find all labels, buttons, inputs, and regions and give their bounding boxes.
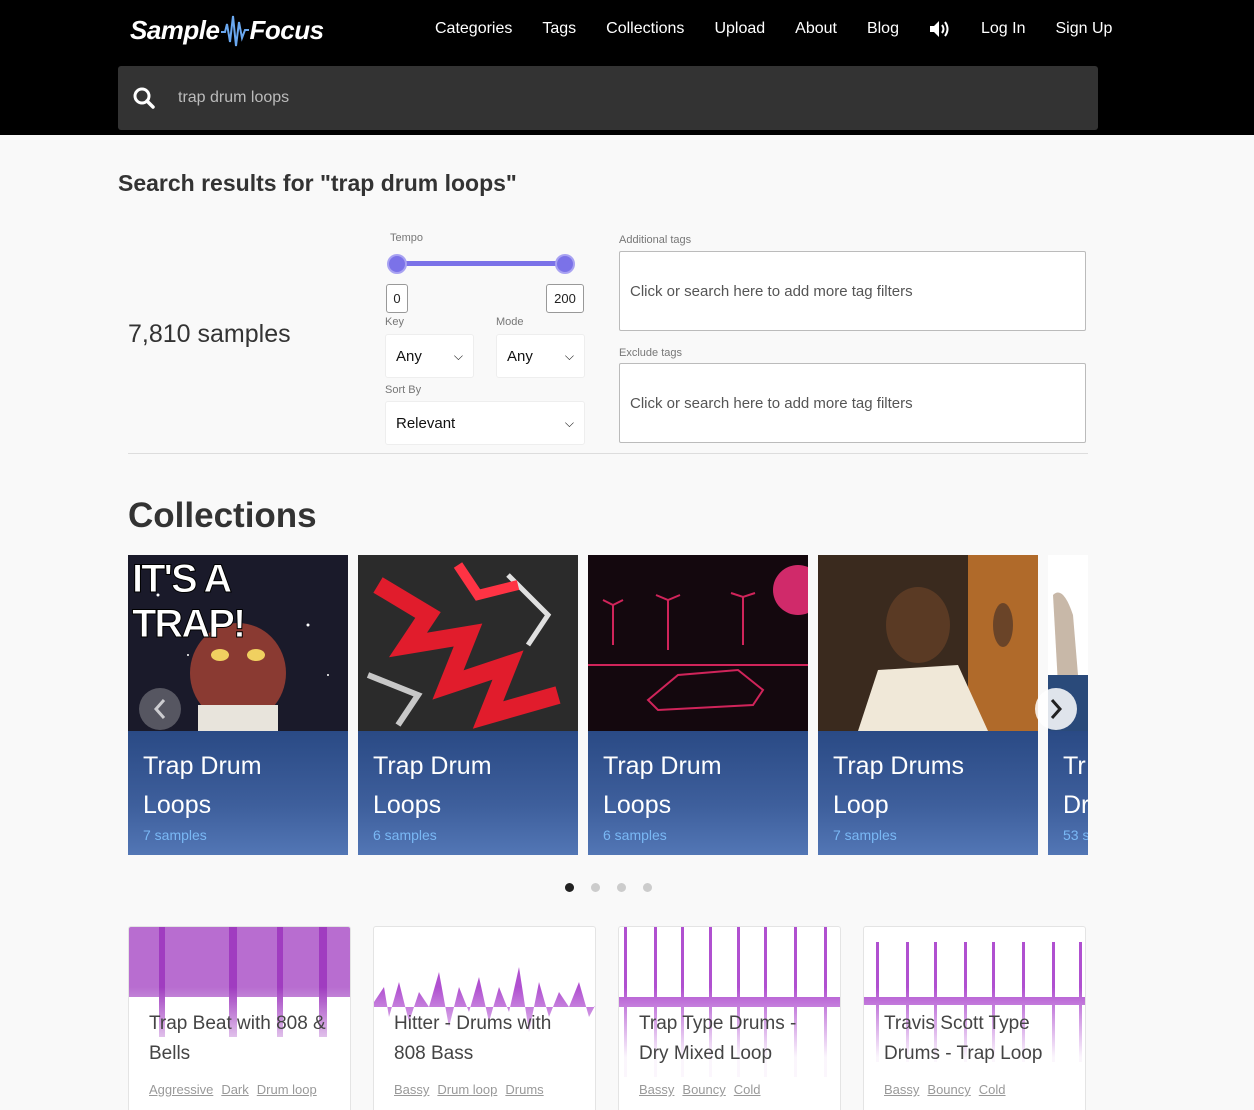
additional-tags-input[interactable]: Click or search here to add more tag fil… xyxy=(619,251,1086,331)
carousel-dot[interactable] xyxy=(643,883,652,892)
tag-link[interactable]: Cold xyxy=(734,1082,761,1097)
sort-value: Relevant xyxy=(396,414,456,432)
nav-upload[interactable]: Upload xyxy=(699,20,780,38)
sample-card[interactable]: Travis Scott Type Drums - Trap Loop Bass… xyxy=(863,926,1086,1110)
sample-count: 7,810 samples xyxy=(128,320,291,348)
collection-count: 53 s xyxy=(1063,827,1088,843)
collection-image xyxy=(358,555,578,731)
nav-categories[interactable]: Categories xyxy=(420,20,527,38)
tag-link[interactable]: Dark xyxy=(221,1082,248,1097)
tempo-label: Tempo xyxy=(390,232,424,244)
search-bar xyxy=(118,66,1098,130)
search-input[interactable] xyxy=(178,89,978,107)
sort-label: Sort By xyxy=(385,384,422,396)
main-nav: Categories Tags Collections Upload About… xyxy=(420,14,1127,44)
nav-tags[interactable]: Tags xyxy=(527,20,591,38)
collection-title: Trap Drums Loop xyxy=(833,752,965,819)
carousel-next-button[interactable] xyxy=(1035,688,1077,730)
key-value: Any xyxy=(396,347,422,365)
tag-link[interactable]: Bassy xyxy=(884,1082,919,1097)
tag-link[interactable]: Bassy xyxy=(639,1082,674,1097)
chevron-down-icon: ⌵ xyxy=(564,348,574,363)
collections-heading: Collections xyxy=(128,496,317,535)
key-label: Key xyxy=(385,316,404,328)
collection-card[interactable]: Trap Drums Loop 7 samples xyxy=(818,555,1038,855)
collection-card[interactable]: Trap Drum Loops 6 samples xyxy=(588,555,808,855)
nav-blog[interactable]: Blog xyxy=(852,20,914,38)
tempo-slider-track[interactable] xyxy=(396,261,566,266)
tag-link[interactable]: Drum loop xyxy=(257,1082,317,1097)
site-logo[interactable]: Sample Focus xyxy=(130,10,324,50)
chevron-right-icon xyxy=(1050,699,1063,719)
tag-link[interactable]: Bassy xyxy=(394,1082,429,1097)
chevron-down-icon: ⌵ xyxy=(453,348,463,363)
sample-title[interactable]: Trap Type Drums - Dry Mixed Loop xyxy=(639,1009,829,1069)
mode-value: Any xyxy=(507,347,533,365)
mode-select[interactable]: Any ⌵ xyxy=(496,334,585,378)
sample-title[interactable]: Trap Beat with 808 & Bells xyxy=(149,1009,339,1069)
sample-card[interactable]: Trap Type Drums - Dry Mixed Loop Bassy B… xyxy=(618,926,841,1110)
carousel-prev-button[interactable] xyxy=(139,688,181,730)
collection-count: 7 samples xyxy=(143,827,207,843)
chevron-left-icon xyxy=(153,699,166,719)
page-title: Search results for "trap drum loops" xyxy=(118,170,517,196)
nav-signup[interactable]: Sign Up xyxy=(1040,20,1127,38)
collection-title: Trap Drum Loops xyxy=(603,752,722,819)
carousel-dot[interactable] xyxy=(565,883,574,892)
logo-text-right: Focus xyxy=(249,14,325,45)
speaker-icon[interactable] xyxy=(914,20,966,38)
tag-link[interactable]: Drum loop xyxy=(437,1082,497,1097)
tag-link[interactable]: Aggressive xyxy=(149,1082,213,1097)
tempo-max-input[interactable]: 200 xyxy=(546,284,584,313)
collection-info: Trap Drum Loops 6 samples xyxy=(588,731,808,855)
nav-collections[interactable]: Collections xyxy=(591,20,699,38)
tag-link[interactable]: Bouncy xyxy=(682,1082,725,1097)
waveform-logo-icon xyxy=(220,15,249,47)
collection-title: Tr Dr xyxy=(1063,752,1088,819)
tempo-min-input[interactable]: 0 xyxy=(386,284,408,313)
chevron-down-icon: ⌵ xyxy=(564,415,574,430)
additional-tags-label: Additional tags xyxy=(619,234,692,246)
exclude-tags-label: Exclude tags xyxy=(619,347,682,359)
collection-count: 6 samples xyxy=(373,827,437,843)
collections-carousel: IT'S A TRAP! Trap Drum Loops 7 samples Tr… xyxy=(128,555,1088,855)
site-header: Sample Focus Categories Tags Collections… xyxy=(0,0,1254,135)
collection-title: Trap Drum Loops xyxy=(373,752,492,819)
sample-card[interactable]: Trap Beat with 808 & Bells Aggressive Da… xyxy=(128,926,351,1110)
sample-tags: Aggressive Dark Drum loop xyxy=(149,1082,317,1097)
collection-card[interactable]: Trap Drum Loops 6 samples xyxy=(358,555,578,855)
collection-image xyxy=(588,555,808,731)
tag-link[interactable]: Drums xyxy=(505,1082,543,1097)
collection-info: Trap Drum Loops 7 samples xyxy=(128,731,348,855)
exclude-tags-input[interactable]: Click or search here to add more tag fil… xyxy=(619,363,1086,443)
mode-label: Mode xyxy=(496,316,524,328)
collection-image xyxy=(818,555,1038,731)
sample-title[interactable]: Travis Scott Type Drums - Trap Loop xyxy=(884,1009,1074,1069)
collection-count: 6 samples xyxy=(603,827,667,843)
sample-tags: Bassy Bouncy Cold xyxy=(884,1082,1006,1097)
tempo-min-handle[interactable] xyxy=(387,254,407,274)
sample-tags: Bassy Drum loop Drums xyxy=(394,1082,544,1097)
sample-tags: Bassy Bouncy Cold xyxy=(639,1082,761,1097)
sample-title[interactable]: Hitter - Drums with 808 Bass xyxy=(394,1009,584,1069)
sample-card[interactable]: Hitter - Drums with 808 Bass Bassy Drum … xyxy=(373,926,596,1110)
collection-overlay-text: IT'S A TRAP! xyxy=(132,557,247,647)
logo-text-left: Sample xyxy=(130,14,220,45)
search-icon[interactable] xyxy=(132,86,156,110)
collection-info: Tr Dr 53 s xyxy=(1048,731,1088,855)
collection-title: Trap Drum Loops xyxy=(143,752,262,819)
tag-link[interactable]: Bouncy xyxy=(927,1082,970,1097)
carousel-dot[interactable] xyxy=(617,883,626,892)
tempo-max-handle[interactable] xyxy=(555,254,575,274)
carousel-dot[interactable] xyxy=(591,883,600,892)
collection-info: Trap Drum Loops 6 samples xyxy=(358,731,578,855)
nav-about[interactable]: About xyxy=(780,20,852,38)
nav-login[interactable]: Log In xyxy=(966,20,1040,38)
key-select[interactable]: Any ⌵ xyxy=(385,334,474,378)
divider xyxy=(128,453,1088,454)
sort-select[interactable]: Relevant ⌵ xyxy=(385,401,585,445)
tag-link[interactable]: Cold xyxy=(979,1082,1006,1097)
collection-count: 7 samples xyxy=(833,827,897,843)
collection-info: Trap Drums Loop 7 samples xyxy=(818,731,1038,855)
